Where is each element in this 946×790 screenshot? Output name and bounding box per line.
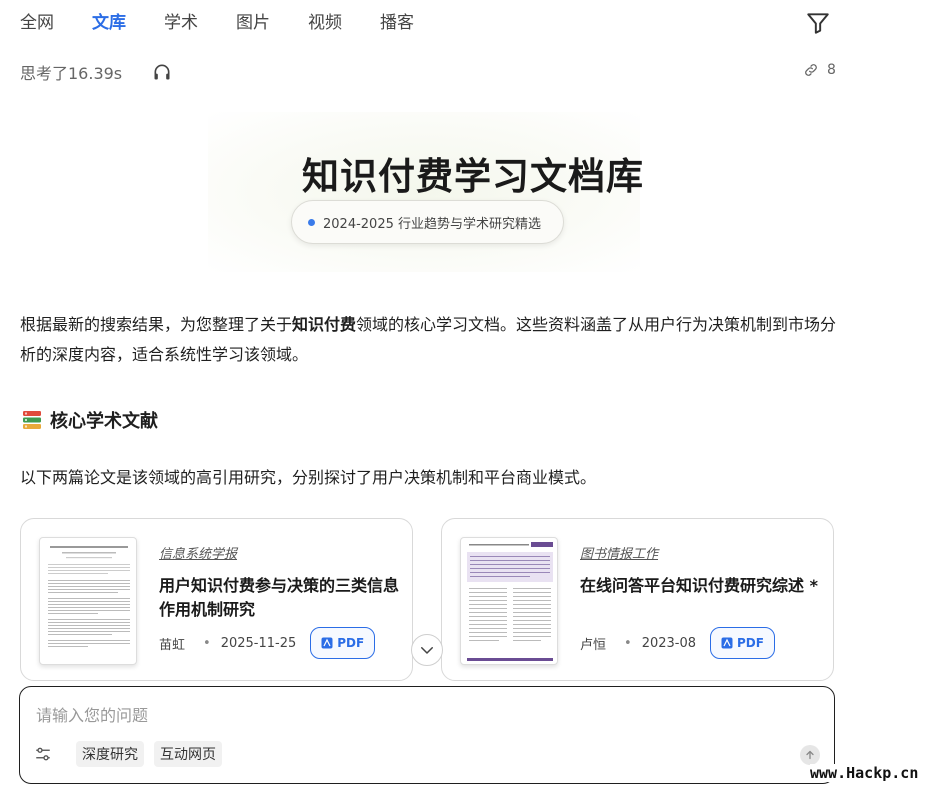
- pdf-button[interactable]: PDF: [310, 627, 376, 659]
- paper-date: 2023-08: [641, 635, 697, 651]
- hero-subtitle-pill: 2024-2025 行业趋势与学术研究精选: [291, 200, 564, 244]
- deep-research-chip[interactable]: 深度研究: [76, 741, 144, 767]
- section-title: 核心学术文献: [50, 411, 158, 432]
- search-tabs: 全网 文库 学术 图片 视频 播客: [20, 10, 452, 36]
- paper-title[interactable]: 用户知识付费参与决策的三类信息作用机制研究: [159, 574, 399, 622]
- page: 全网 文库 学术 图片 视频 播客 思考了16.39s 8 知识付费学习文档库 …: [0, 0, 946, 790]
- send-button[interactable]: [800, 745, 820, 765]
- paper-author: 卢恒: [580, 637, 607, 653]
- section-header: 核心学术文献: [22, 407, 158, 433]
- pdf-icon: [721, 637, 733, 649]
- hero-title: 知识付费学习文档库: [302, 155, 644, 198]
- filter-icon[interactable]: [805, 10, 831, 36]
- journal-name[interactable]: 信息系统学报: [159, 543, 237, 562]
- paper-meta: 卢恒 • 2023-08 PDF: [580, 627, 775, 659]
- pdf-icon: [321, 637, 333, 649]
- tab-library[interactable]: 文库: [92, 10, 126, 36]
- document-preview-icon: [467, 542, 553, 661]
- paper-card[interactable]: 图书情报工作 在线问答平台知识付费研究综述 * 卢恒 • 2023-08 PDF: [441, 518, 834, 681]
- scroll-down-button[interactable]: [411, 634, 443, 666]
- question-input[interactable]: [36, 703, 796, 727]
- paper-thumbnail: [39, 537, 137, 665]
- think-status: 思考了16.39s: [20, 64, 123, 83]
- tab-images[interactable]: 图片: [236, 10, 270, 36]
- tab-videos[interactable]: 视频: [308, 10, 342, 36]
- paper-thumbnail: [460, 537, 558, 665]
- paper-date: 2025-11-25: [220, 635, 297, 651]
- sources-button[interactable]: 8: [803, 62, 836, 78]
- interactive-page-chip[interactable]: 互动网页: [154, 741, 222, 767]
- paper-title[interactable]: 在线问答平台知识付费研究综述 *: [580, 574, 820, 598]
- pill-dot: [308, 218, 315, 226]
- paper-author: 苗虹: [159, 637, 186, 653]
- document-preview-icon: [48, 546, 130, 647]
- intro-text-start: 根据最新的搜索结果，为您整理了关于: [20, 315, 293, 334]
- composer-toolbar: 深度研究 互动网页: [34, 741, 222, 767]
- pdf-label: PDF: [337, 636, 365, 650]
- pdf-label: PDF: [737, 636, 764, 650]
- source-count: 8: [827, 62, 836, 78]
- section-description: 以下两篇论文是该领域的高引用研究，分别探讨了用户决策机制和平台商业模式。: [20, 468, 597, 487]
- journal-name[interactable]: 图书情报工作: [580, 543, 658, 562]
- tab-all[interactable]: 全网: [20, 10, 54, 36]
- chevron-down-icon: [421, 647, 433, 654]
- pdf-button[interactable]: PDF: [710, 627, 775, 659]
- meta-separator: •: [203, 635, 211, 651]
- paper-card[interactable]: 信息系统学报 用户知识付费参与决策的三类信息作用机制研究 苗虹 • 2025-1…: [20, 518, 413, 681]
- arrow-up-icon: [806, 750, 814, 760]
- watermark: www.Hackp.cn: [810, 764, 919, 782]
- hero-subtitle: 2024-2025 行业趋势与学术研究精选: [323, 216, 541, 232]
- think-status-row: 思考了16.39s: [20, 61, 172, 83]
- tab-academic[interactable]: 学术: [164, 10, 198, 36]
- intro-paragraph: 根据最新的搜索结果，为您整理了关于知识付费领域的核心学习文档。这些资料涵盖了从用…: [20, 310, 850, 370]
- link-icon: [805, 64, 817, 76]
- tab-podcasts[interactable]: 播客: [380, 10, 414, 36]
- paper-meta: 苗虹 • 2025-11-25 PDF: [159, 627, 376, 659]
- question-composer: 深度研究 互动网页: [19, 686, 835, 784]
- sliders-icon[interactable]: [34, 745, 52, 763]
- books-icon: [23, 411, 41, 429]
- intro-highlight: 知识付费: [292, 315, 357, 334]
- meta-separator: •: [624, 635, 632, 651]
- headphone-icon[interactable]: [152, 62, 172, 82]
